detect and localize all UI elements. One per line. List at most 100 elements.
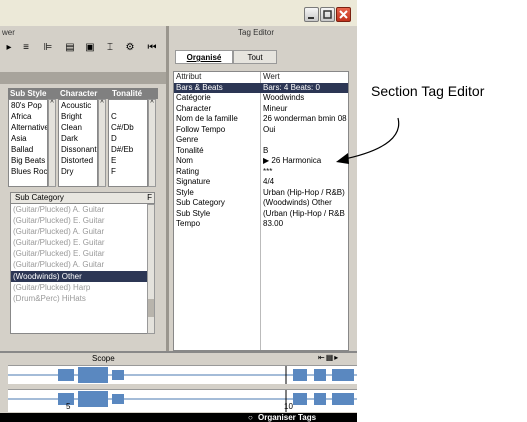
list-item[interactable]: Asia <box>9 133 47 144</box>
character-scrollbar[interactable]: ^ <box>98 99 106 187</box>
list-item[interactable]: (Guitar/Plucked) E. Guitar <box>11 215 147 226</box>
table-row[interactable]: Nom de la famille 26 wonderman bmin 08 <box>174 114 348 125</box>
sub-style-list: 80's Pop Africa Alternative Asia Ballad … <box>8 99 48 187</box>
close-icon <box>339 10 348 19</box>
attribute-table: Attribut Wert Bars & Beats Bars: 4 Beats… <box>173 71 349 351</box>
list-item[interactable]: Clean <box>59 122 97 133</box>
character-list: Acoustic Bright Clean Dark Dissonant Dis… <box>58 99 98 187</box>
scope-controls: ⇤▦▸ <box>318 353 339 362</box>
attribute-value[interactable]: (Urban (Hip-Hop / R&B <box>263 209 348 220</box>
table-row[interactable]: Rating *** <box>174 167 348 178</box>
table-row[interactable]: Nom ▶ 26 Harmonica <box>174 156 348 167</box>
table-row[interactable]: Genre <box>174 135 348 146</box>
status-bar: ○ Organiser Tags <box>0 413 357 422</box>
skip-back-icon[interactable]: ⏮ <box>146 41 158 55</box>
waveform-lane[interactable]: 5 10 <box>8 389 357 412</box>
character-header[interactable]: Character <box>58 88 110 99</box>
list-item[interactable] <box>109 100 147 111</box>
zoom-icon[interactable]: ⇤ <box>318 353 326 362</box>
list-item[interactable]: (Guitar/Plucked) Harp <box>11 282 147 293</box>
grid-icon[interactable]: ▦ <box>326 353 335 362</box>
sub-style-header[interactable]: Sub Style <box>8 88 58 99</box>
play-icon[interactable]: ▸ <box>334 353 339 362</box>
table-row[interactable]: Follow Tempo Oui <box>174 125 348 136</box>
list-item[interactable]: Big Beats <box>9 155 47 166</box>
waveform-lane[interactable] <box>8 365 357 384</box>
layout-icon[interactable]: ⌶ <box>104 41 116 55</box>
save-icon[interactable]: ▣ <box>84 41 96 55</box>
table-row[interactable]: Sub Category (Woodwinds) Other <box>174 198 348 209</box>
attribute-header: Attribut <box>176 72 202 81</box>
list-item[interactable]: Dry <box>59 166 97 177</box>
radio-icon[interactable]: ○ <box>248 413 253 422</box>
tonalite-header[interactable]: Tonalité <box>110 88 158 99</box>
tab-organise[interactable]: Organisé <box>175 50 233 64</box>
attribute-name: Style <box>176 187 194 197</box>
list-item[interactable]: D#/Eb <box>109 144 147 155</box>
sub-category-header[interactable]: Sub Category F <box>10 192 155 204</box>
attribute-name: Sub Style <box>176 208 211 218</box>
attribute-value[interactable]: Urban (Hip-Hop / R&B) <box>263 188 348 199</box>
scroll-thumb[interactable] <box>148 299 154 317</box>
list-item[interactable]: (Guitar/Plucked) E. Guitar <box>11 248 147 259</box>
list-item[interactable]: C <box>109 111 147 122</box>
list-item[interactable]: Alternative <box>9 122 47 133</box>
app-window: wer Tag Editor ▸ ≡ ⊫ ▤ ▣ ⌶ ⚙ ⏮ Sub Style… <box>0 0 357 422</box>
sub-category-scrollbar[interactable] <box>147 204 155 334</box>
align-left-icon[interactable]: ⊫ <box>42 41 54 55</box>
left-panel-title: wer <box>2 28 15 37</box>
minimize-button[interactable] <box>304 7 319 22</box>
attribute-value[interactable]: 4/4 <box>263 177 348 188</box>
table-row-selected[interactable]: Bars & Beats Bars: 4 Beats: 0 <box>174 82 348 94</box>
list-item[interactable]: Blues Roc <box>9 166 47 177</box>
list-item[interactable]: Distorted <box>59 155 97 166</box>
attribute-value[interactable]: (Woodwinds) Other <box>263 198 348 209</box>
maximize-button[interactable] <box>320 7 335 22</box>
list-item[interactable]: Acoustic <box>59 100 97 111</box>
tonalite-scrollbar[interactable]: ^ <box>148 99 156 187</box>
list-item[interactable]: (Guitar/Plucked) A. Guitar <box>11 259 147 270</box>
table-row[interactable]: Signature 4/4 <box>174 177 348 188</box>
callout-label: Section Tag Editor <box>371 83 485 99</box>
organiser-tags-label[interactable]: Organiser Tags <box>258 413 316 422</box>
scope-divider[interactable] <box>0 351 357 353</box>
table-row[interactable]: Style Urban (Hip-Hop / R&B) <box>174 188 348 199</box>
table-row[interactable]: Catégorie Woodwinds <box>174 93 348 104</box>
waveform-icon <box>8 390 357 412</box>
list-item[interactable]: Ballad <box>9 144 47 155</box>
list-item[interactable]: F <box>109 166 147 177</box>
list-item[interactable]: E <box>109 155 147 166</box>
list-item[interactable]: Bright <box>59 111 97 122</box>
maximize-icon <box>323 10 332 19</box>
sub-style-scrollbar[interactable]: ^ <box>48 99 56 187</box>
filter-icon[interactable]: ≡ <box>20 41 32 55</box>
list-item[interactable]: Dark <box>59 133 97 144</box>
list-item[interactable]: D <box>109 133 147 144</box>
attribute-value[interactable]: Woodwinds <box>263 93 348 104</box>
attribute-value-text: 26 Harmonica <box>271 156 322 165</box>
table-row[interactable]: Character Mineur <box>174 104 348 115</box>
attribute-value[interactable]: 83.00 <box>263 219 348 230</box>
list-item[interactable]: (Guitar/Plucked) E. Guitar <box>11 237 147 248</box>
table-row[interactable]: Tonalité B <box>174 146 348 157</box>
table-row[interactable]: Sub Style (Urban (Hip-Hop / R&B <box>174 209 348 220</box>
table-row[interactable]: Tempo 83.00 <box>174 219 348 230</box>
list-item[interactable]: Africa <box>9 111 47 122</box>
sub-category-header-label: Sub Category <box>15 193 64 202</box>
list-view-icon[interactable]: ▤ <box>64 41 76 55</box>
waveform-icon <box>8 366 357 384</box>
attribute-value[interactable]: Bars: 4 Beats: 0 <box>263 83 348 94</box>
arrow-right-icon[interactable]: ▸ <box>4 41 14 55</box>
list-item[interactable]: (Guitar/Plucked) A. Guitar <box>11 226 147 237</box>
filter-band <box>0 72 166 84</box>
list-item-selected[interactable]: (Woodwinds) Other <box>11 270 147 282</box>
settings-icon[interactable]: ⚙ <box>124 41 136 55</box>
list-item[interactable]: 80's Pop <box>9 100 47 111</box>
close-button[interactable] <box>336 7 351 22</box>
list-item[interactable]: (Guitar/Plucked) A. Guitar <box>11 204 147 215</box>
right-panel-title: Tag Editor <box>238 28 275 37</box>
list-item[interactable]: Dissonant <box>59 144 97 155</box>
list-item[interactable]: C#/Db <box>109 122 147 133</box>
tab-tout[interactable]: Tout <box>233 50 277 64</box>
list-item[interactable]: (Drum&Perc) HiHats <box>11 293 147 304</box>
